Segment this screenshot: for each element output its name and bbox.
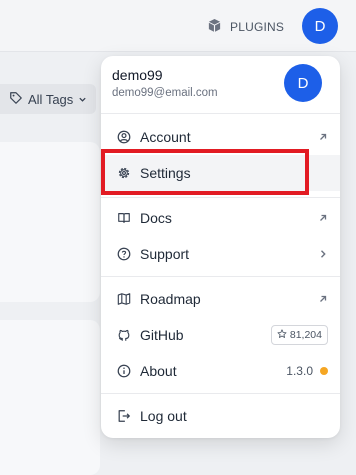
chevron-down-icon [78,92,87,107]
avatar: D [284,64,322,102]
user-email: demo99@email.com [112,87,218,99]
cube-icon [207,18,222,36]
divider [101,276,340,277]
menu-item-label: Docs [140,210,172,226]
menu-item-account[interactable]: Account [101,119,340,155]
menu-item-logout[interactable]: Log out [101,398,340,434]
user-name: demo99 [112,67,163,83]
star-icon [277,328,287,342]
background-card [0,142,100,302]
menu-item-label: GitHub [140,327,184,343]
external-link-icon [318,119,328,155]
user-dropdown-menu: demo99 demo99@email.com D Account Settin… [101,56,340,438]
github-icon [117,328,131,342]
external-link-icon [318,200,328,236]
star-count: 81,204 [289,329,322,341]
avatar-initial: D [314,17,326,35]
tag-icon [9,91,23,108]
plugins-label: PLUGINS [230,20,285,34]
help-circle-icon [117,247,131,261]
top-bar: PLUGINS D [0,0,356,52]
version-label: 1.3.0 [286,364,313,378]
chevron-right-icon [318,236,328,272]
menu-item-label: Roadmap [140,291,201,307]
github-stars-badge: 81,204 [270,317,328,353]
gear-icon [117,166,131,180]
divider [101,197,340,198]
avatar-initial: D [297,74,309,92]
book-icon [117,211,131,225]
map-icon [117,292,131,306]
menu-item-github[interactable]: GitHub 81,204 [101,317,340,353]
menu-item-label: About [140,363,177,379]
tags-filter-dropdown[interactable]: All Tags [0,84,96,114]
tags-filter-label: All Tags [28,91,74,107]
external-link-icon [318,281,328,317]
user-avatar-button[interactable]: D [302,8,338,44]
menu-item-label: Settings [140,165,191,181]
menu-item-settings[interactable]: Settings [101,155,340,191]
version-info: 1.3.0 [286,353,328,389]
menu-item-roadmap[interactable]: Roadmap [101,281,340,317]
user-circle-icon [117,130,131,144]
menu-item-label: Support [140,246,190,262]
plugins-link[interactable]: PLUGINS [207,17,284,37]
update-indicator-dot [320,367,328,375]
menu-item-label: Account [140,129,191,145]
divider [101,393,340,394]
logout-icon [117,409,131,423]
menu-item-support[interactable]: Support [101,236,340,272]
menu-item-about[interactable]: About 1.3.0 [101,353,340,389]
divider [101,113,340,114]
menu-user-header: demo99 demo99@email.com D [101,56,340,113]
menu-item-docs[interactable]: Docs [101,200,340,236]
menu-item-label: Log out [140,408,187,424]
info-icon [117,364,131,378]
background-card [0,320,100,475]
